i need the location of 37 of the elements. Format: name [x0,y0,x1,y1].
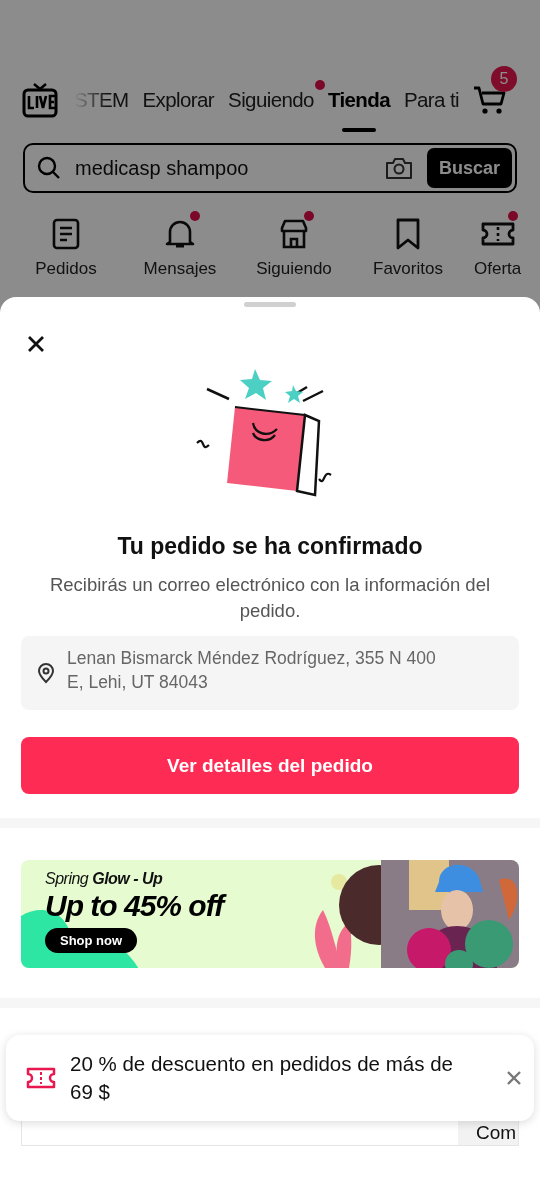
claim-button[interactable]: Com [458,1121,518,1145]
nav-tab[interactable]: STEM [74,88,129,112]
address-text: Lenan Bismarck Méndez Rodríguez, 355 N 400 E, Lehi, UT 84043 [67,647,437,694]
drag-handle[interactable] [244,302,296,307]
search-button[interactable]: Buscar [426,148,512,188]
live-tv-icon[interactable] [22,82,58,118]
orders-icon [52,218,80,250]
toast-message: 20 % de descuento en pedidos de más de 69 $ [70,1051,454,1105]
shortcut-item[interactable]: Siguiendo [256,217,332,279]
ticket-icon [480,220,515,248]
shortcut-item[interactable]: Pedidos [35,217,97,279]
confirmation-title: Tu pedido se ha confirmado [116,533,424,560]
order-details-button[interactable]: Ver detalles del pedido [21,737,519,794]
location-pin-icon [37,662,55,684]
store-icon [278,218,310,250]
shop-now-button[interactable]: Shop now [45,928,138,953]
cart-count-badge: 5 [491,66,518,92]
close-icon [506,1070,522,1086]
search-field[interactable]: medicasp shampoo Buscar [23,143,517,193]
cart-icon [473,84,508,116]
banner-tagline: Spring Glow - Up [45,870,164,888]
camera-icon[interactable] [384,156,413,180]
shortcut-item[interactable]: Mensajes [143,217,217,279]
nav-tab[interactable]: Siguiendo [228,88,314,112]
nav-tab[interactable]: Explorar [142,88,215,112]
nav-tab[interactable]: Para ti [404,88,460,112]
confirmation-message: Recibirás un correo electrónico con la información del pedido. [48,573,492,623]
close-icon [26,334,46,354]
nav-tab[interactable]: Tienda [327,88,390,112]
coupon-icon [26,1066,56,1090]
cart-button[interactable]: 5 [473,66,518,116]
shortcut-item[interactable]: Oferta [474,217,522,279]
search-icon [37,156,61,180]
bell-icon [165,218,195,250]
promo-banner[interactable]: Spring Glow - Up Up to 45% off Shop now [21,860,519,968]
shortcut-item[interactable]: Favoritos [373,217,443,279]
bookmark-icon [395,218,421,250]
